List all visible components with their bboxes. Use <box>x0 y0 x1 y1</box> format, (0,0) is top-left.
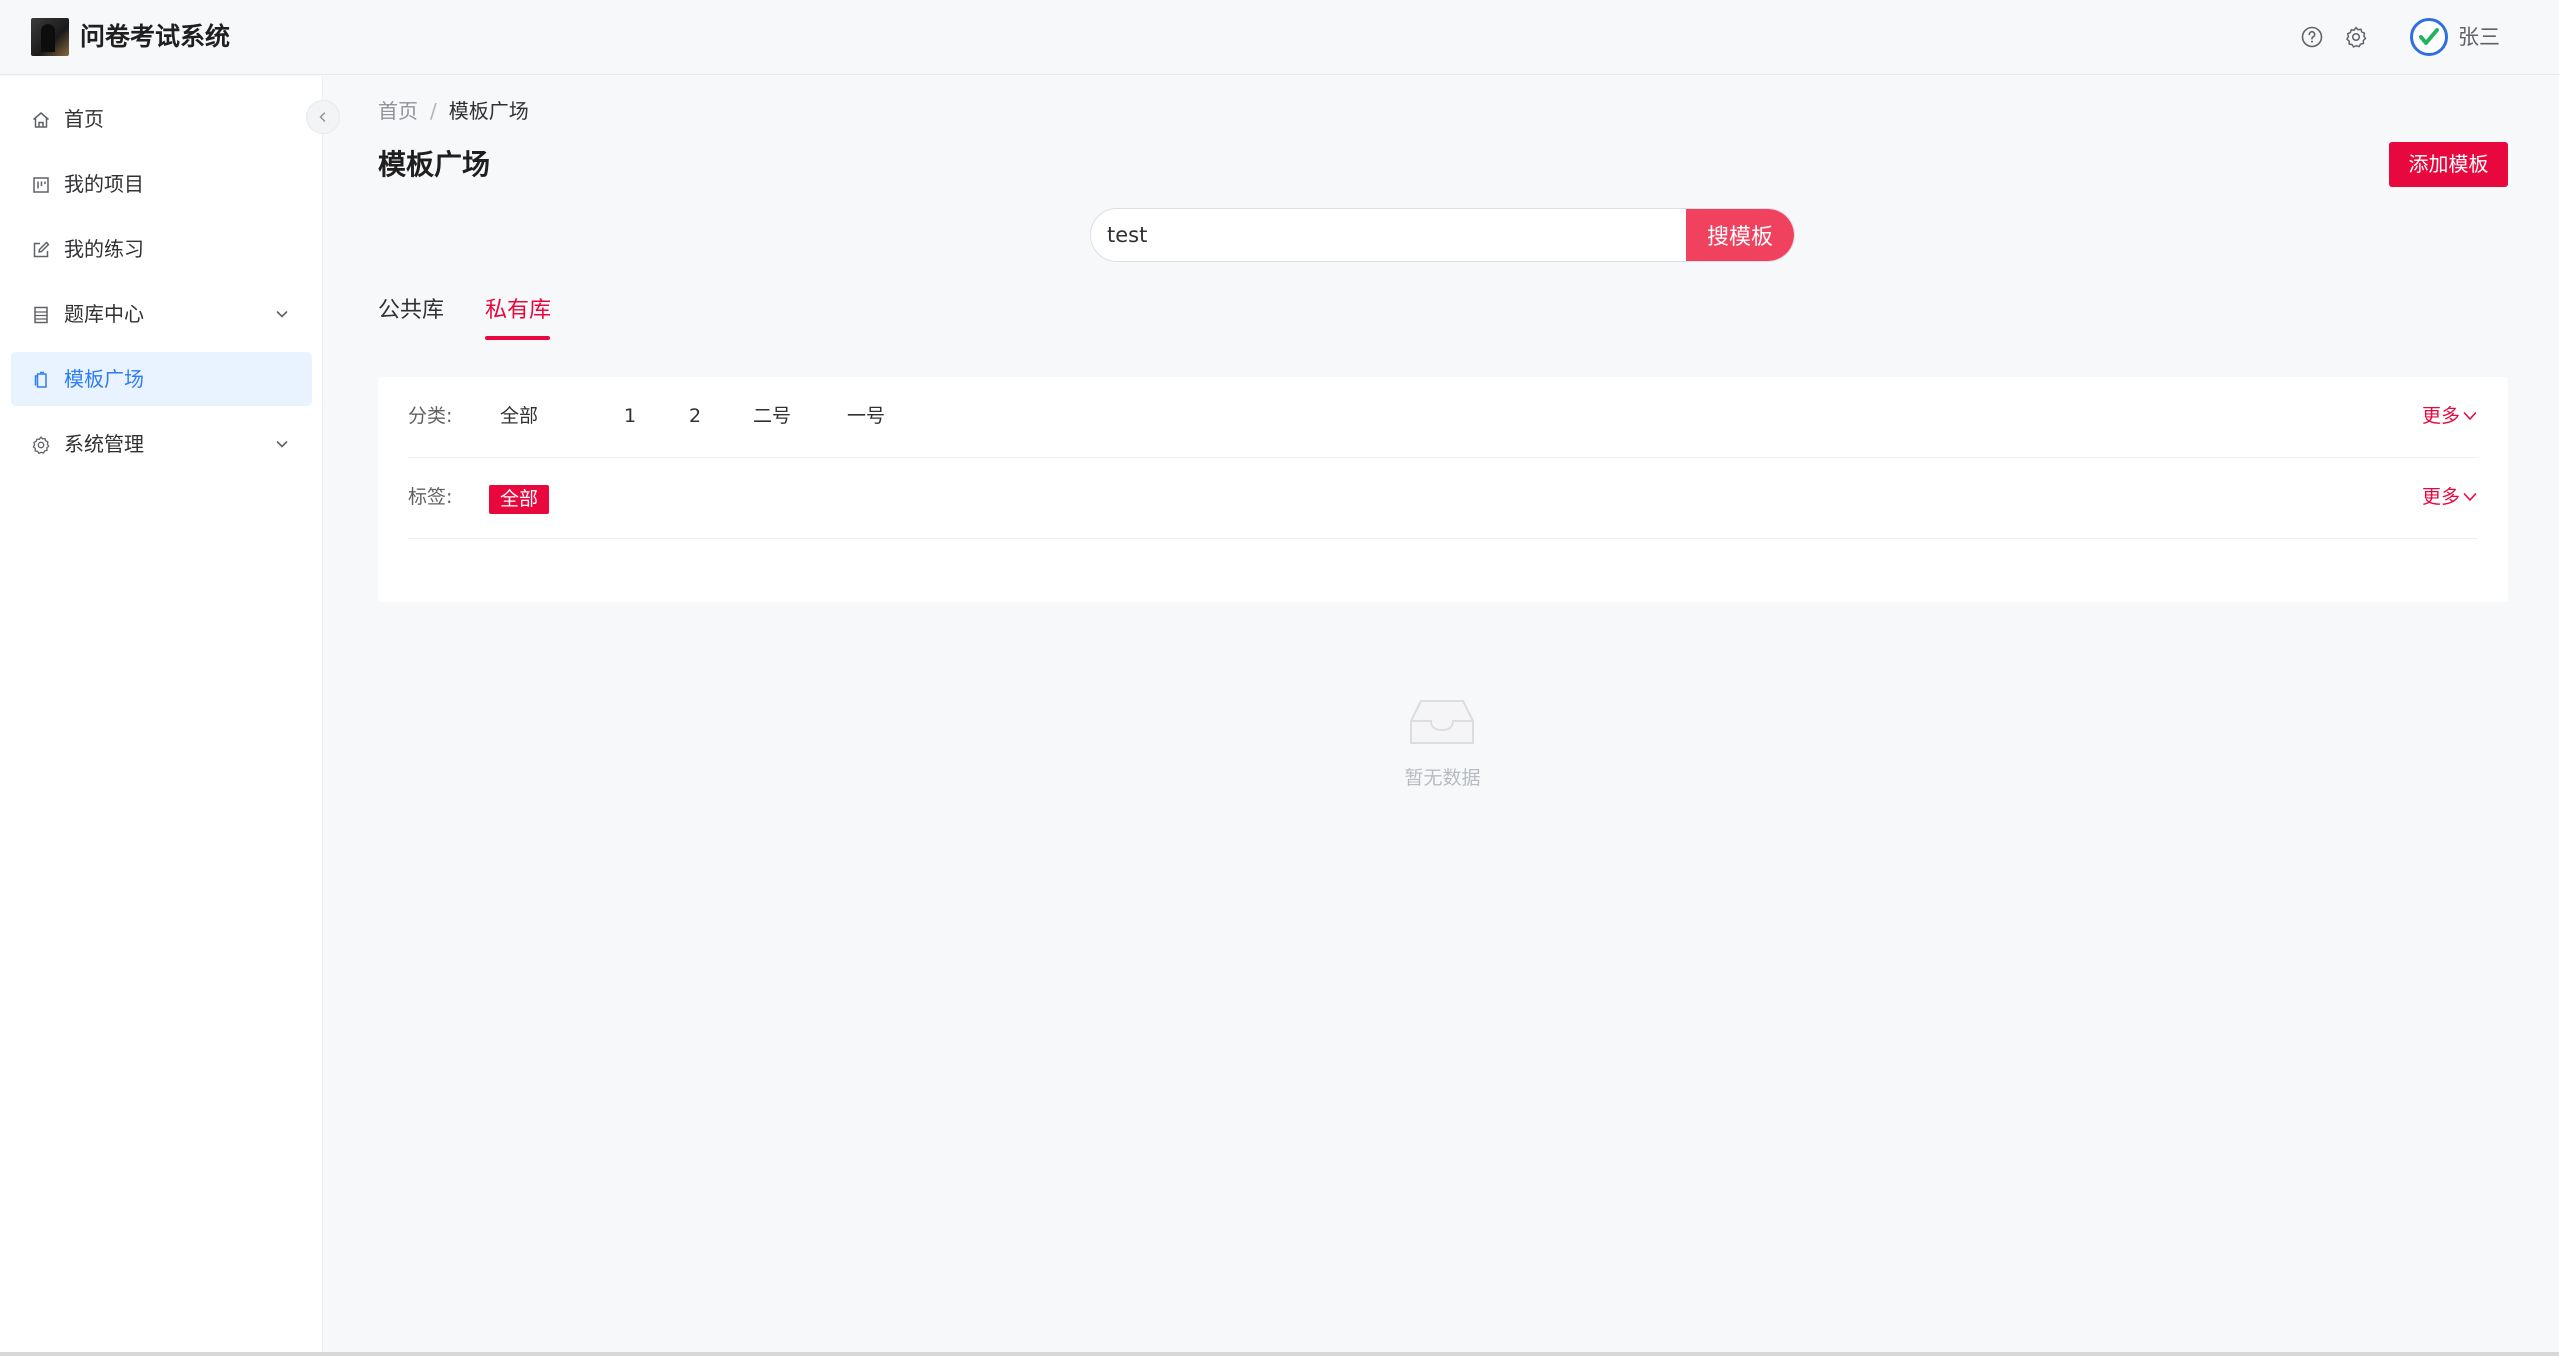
app-title: 问卷考试系统 <box>80 22 231 51</box>
breadcrumb-home-link[interactable]: 首页 <box>378 99 418 123</box>
search-input[interactable] <box>1091 209 1686 261</box>
category-chip[interactable]: 二号 <box>753 401 791 431</box>
sidebar-item-template-plaza[interactable]: 模板广场 <box>11 352 312 406</box>
breadcrumb: 首页 / 模板广场 <box>378 96 529 126</box>
sidebar-item-label: 题库中心 <box>64 302 144 326</box>
add-template-button[interactable]: 添加模板 <box>2389 142 2508 187</box>
tag-chip-all[interactable]: 全部 <box>489 485 550 514</box>
chevron-down-icon <box>2463 493 2477 502</box>
tag-more-link[interactable]: 更多 <box>2422 482 2478 512</box>
breadcrumb-current: 模板广场 <box>448 99 529 123</box>
empty-inbox-icon <box>1410 700 1474 744</box>
category-filter-row: 分类: 全部 1 2 二号 一号 更多 <box>408 377 2478 458</box>
empty-text: 暂无数据 <box>1404 767 1481 789</box>
category-more-link[interactable]: 更多 <box>2422 401 2478 431</box>
more-label: 更多 <box>2421 405 2460 427</box>
tab-private-library[interactable]: 私有库 <box>485 294 551 328</box>
tag-label: 标签: <box>408 486 453 508</box>
chevron-down-icon <box>276 441 288 448</box>
home-icon <box>33 112 49 128</box>
top-header: 问卷考试系统 张三 <box>0 0 2559 75</box>
category-chip[interactable]: 2 <box>689 401 701 431</box>
filter-panel: 分类: 全部 1 2 二号 一号 更多 标签: 全部 更多 <box>378 377 2508 602</box>
sidebar-item-label: 我的练习 <box>64 237 144 261</box>
username[interactable]: 张三 <box>2458 22 2500 52</box>
more-label: 更多 <box>2421 486 2460 508</box>
breadcrumb-separator: / <box>430 99 437 123</box>
settings-icon[interactable] <box>2344 25 2368 49</box>
category-chip[interactable]: 1 <box>624 401 636 431</box>
edit-icon <box>33 241 50 258</box>
search-button[interactable]: 搜模板 <box>1686 209 1794 261</box>
project-icon <box>33 177 49 193</box>
sidebar-item-label: 系统管理 <box>64 432 144 456</box>
tag-filter-row: 标签: 全部 更多 <box>408 458 2478 539</box>
help-icon[interactable] <box>2300 25 2324 49</box>
category-chip[interactable]: 一号 <box>847 401 885 431</box>
page-title: 模板广场 <box>378 148 491 181</box>
chevron-left-icon <box>319 112 326 122</box>
category-label: 分类: <box>408 405 453 427</box>
template-icon <box>34 371 47 388</box>
user-avatar[interactable] <box>2410 18 2448 56</box>
sidebar-item-label: 模板广场 <box>64 367 144 391</box>
sidebar-item-my-practice[interactable]: 我的练习 <box>11 222 312 276</box>
sidebar-item-question-bank[interactable]: 题库中心 <box>11 287 312 341</box>
sidebar-item-my-projects[interactable]: 我的项目 <box>11 157 312 211</box>
active-tab-indicator <box>485 336 550 340</box>
sidebar: 首页 我的项目 我的练习 题库中心 模板广场 系统管理 <box>0 76 323 1354</box>
chevron-down-icon <box>276 311 288 318</box>
search-bar: 搜模板 <box>1090 208 1795 262</box>
empty-state: 暂无数据 <box>1380 695 1505 795</box>
logo-image <box>31 18 69 56</box>
sidebar-item-label: 我的项目 <box>64 172 144 196</box>
sidebar-collapse-button[interactable] <box>306 100 340 134</box>
tab-public-library[interactable]: 公共库 <box>378 294 444 328</box>
chevron-down-icon <box>2463 412 2477 421</box>
sidebar-item-home[interactable]: 首页 <box>11 92 312 146</box>
category-chip-all[interactable]: 全部 <box>500 401 538 431</box>
sidebar-item-system-management[interactable]: 系统管理 <box>11 417 312 471</box>
list-icon <box>34 306 48 324</box>
gear-icon <box>32 436 50 455</box>
sidebar-item-label: 首页 <box>64 107 104 131</box>
bottom-divider <box>0 1352 2559 1356</box>
